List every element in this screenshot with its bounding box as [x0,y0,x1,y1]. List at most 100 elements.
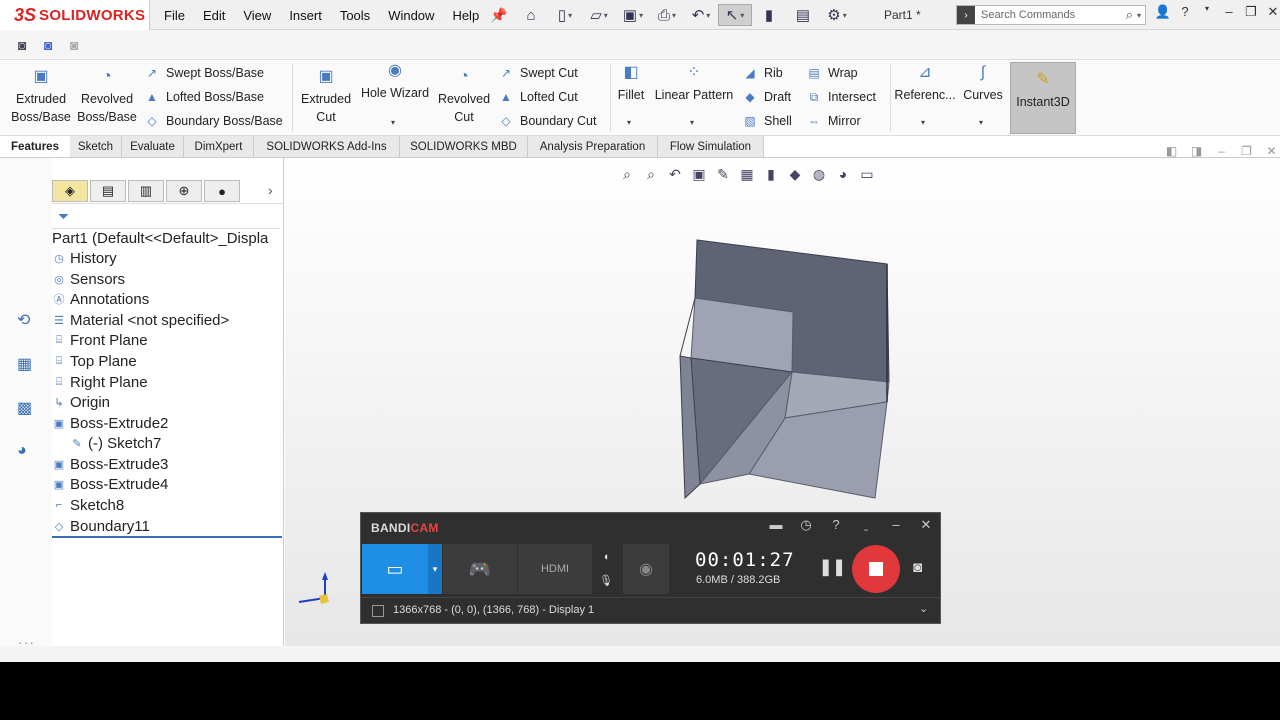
game-record-mode-button[interactable]: 🎮 [443,544,517,594]
draft-button[interactable]: ◆ Draft [742,86,791,108]
reference-dropdown-icon[interactable]: ▾ [921,118,925,127]
tab-solidworks-mbd[interactable]: SOLIDWORKS MBD [400,136,528,157]
collapse-icon[interactable]: ˍ [851,517,881,533]
hole-wizard-dropdown-icon[interactable]: ▾ [391,118,395,127]
tree-item-boundary11[interactable]: ◇ Boundary11 [52,516,150,536]
tree-item-history[interactable]: ◷ History [52,248,116,268]
linear-pattern-button[interactable]: ⁘ Linear Pattern [652,64,736,104]
solidworks-logo[interactable]: 3S SOLIDWORKS [0,0,150,30]
menu-file[interactable]: File [164,8,185,23]
menu-window[interactable]: Window [388,8,434,23]
design-library-icon[interactable]: ▦ [17,354,32,374]
feature-tree-tab-icon[interactable]: ◈ [52,180,88,202]
revolved-cut-button[interactable]: ◔ Revolved Cut [434,68,494,126]
menu-view[interactable]: View [243,8,271,23]
tab-solidworks-add-ins[interactable]: SOLIDWORKS Add-Ins [254,136,400,157]
zoom-to-area-icon[interactable]: ⌕ [639,166,663,183]
view-orientation-icon[interactable]: ▦ [735,166,759,183]
tree-item-boss-extrude4[interactable]: ▣ Boss-Extrude4 [52,474,169,494]
open-folder-icon[interactable]: ▱ ▾ [582,4,616,26]
boundary-cut-button[interactable]: ◇ Boundary Cut [498,110,596,132]
curves-dropdown-icon[interactable]: ▾ [979,118,983,127]
view-settings-icon[interactable]: ▭ [855,166,879,183]
menu-tools[interactable]: Tools [340,8,370,23]
menu-insert[interactable]: Insert [289,8,322,23]
screen-mode-dropdown-icon[interactable]: ▾ [428,544,442,594]
pause-icon[interactable]: ❚❚ [819,557,846,577]
rebuild-icon[interactable]: ▮ [752,4,786,26]
window-minimize-icon[interactable]: – [1209,144,1234,158]
tree-item-origin[interactable]: ↳ Origin [52,392,110,412]
menu-edit[interactable]: Edit [203,8,225,23]
search-icon[interactable]: ⌕ [1126,7,1133,23]
tile-right-icon[interactable]: ◨ [1184,144,1209,158]
curves-button[interactable]: ∫ Curves [960,64,1006,104]
tree-item-sketch8[interactable]: ⌐ Sketch8 [52,495,124,515]
file-explorer-icon[interactable]: ▩ [17,398,32,418]
dimxpert-manager-tab-icon[interactable]: ⊕ [166,180,202,202]
rib-button[interactable]: ◢ Rib [742,62,782,84]
mirror-button[interactable]: ⇔ Mirror [806,110,861,132]
tree-item-front-plane[interactable]: ⌸ Front Plane [52,330,148,350]
rollback-bar[interactable] [52,536,282,538]
swept-cut-button[interactable]: ↗ Swept Cut [498,62,578,84]
camera-settings-icon[interactable]: ◙ [44,37,52,53]
webcam-button[interactable]: ◉ [623,544,669,594]
instant3d-button[interactable]: ✎ Instant3D [1010,62,1076,134]
pin-icon[interactable]: 📌 [490,7,507,24]
dynamic-annotation-icon[interactable]: ✎ [711,166,735,183]
restore-icon[interactable]: ❐ [1240,4,1262,20]
display-manager-tab-icon[interactable]: ● [204,180,240,202]
reference-geometry-button[interactable]: ⊿ Referenc... [893,64,957,104]
property-manager-tab-icon[interactable]: ▤ [90,180,126,202]
chevron-down-icon[interactable]: ⌄ [919,602,928,615]
lofted-cut-button[interactable]: ▲ Lofted Cut [498,86,578,108]
apply-scene-icon[interactable]: ◕ [831,166,855,182]
tree-item-material[interactable]: ☰ Material <not specified> [52,310,229,330]
rollback-icon[interactable]: ⟲ [17,310,30,330]
user-icon[interactable]: 👤 [1152,4,1174,20]
tree-item-boss-extrude3[interactable]: ▣ Boss-Extrude3 [52,454,169,474]
tab-evaluate[interactable]: Evaluate [122,136,184,157]
tree-item-sketch7[interactable]: ✎ (-) Sketch7 [70,433,161,453]
previous-view-icon[interactable]: ↶ [663,166,687,183]
search-dropdown-icon[interactable]: ▾ [1137,11,1141,20]
tab-flow-simulation[interactable]: Flow Simulation [658,136,764,157]
close-icon[interactable]: ✕ [911,517,941,533]
file-properties-icon[interactable]: ▤ [786,4,820,26]
region-checkbox[interactable] [372,605,384,617]
tree-item-top-plane[interactable]: ⌸ Top Plane [52,351,137,371]
fillet-dropdown-icon[interactable]: ▾ [627,118,631,127]
screenshot-camera-icon[interactable]: ◙ [913,559,922,576]
view-palette-icon[interactable]: ◕ [17,442,27,460]
close-icon[interactable]: ✕ [1262,4,1280,20]
section-view-icon[interactable]: ▣ [687,166,711,183]
tree-item-boss-extrude2[interactable]: ▣ Boss-Extrude2 [52,413,169,433]
tree-root-part[interactable]: Part1 (Default<<Default>_Displa [52,228,268,248]
save-icon[interactable]: ▣ ▾ [616,4,650,26]
linear-pattern-dropdown-icon[interactable]: ▾ [690,118,694,127]
home-icon[interactable]: ⌂ [514,4,548,26]
stop-record-button[interactable] [852,545,900,593]
undo-icon[interactable]: ↶ ▾ [684,4,718,26]
screen-record-mode-button[interactable]: ▭ [362,544,428,594]
print-icon[interactable]: ⎙ ▾ [650,4,684,26]
tab-analysis-preparation[interactable]: Analysis Preparation [528,136,658,157]
minimize-icon[interactable]: – [1218,4,1240,20]
window-close-icon[interactable]: ✕ [1259,144,1280,158]
search-commands-field[interactable]: › Search Commands ⌕ ▾ [956,5,1146,25]
3d-part-model[interactable] [665,228,905,518]
wrap-button[interactable]: ▤ Wrap [806,62,857,84]
options-gear-icon[interactable]: ⚙ ▾ [820,4,854,26]
chevron-right-icon[interactable]: › [268,182,273,198]
tab-dimxpert[interactable]: DimXpert [184,136,254,157]
swept-boss-button[interactable]: ↗ Swept Boss/Base [144,62,264,84]
tab-features[interactable]: Features [0,136,70,157]
help-dropdown-icon[interactable]: ▾ [1196,4,1218,20]
edit-appearance-icon[interactable]: ◍ [807,166,831,183]
camera-icon[interactable]: ◙ [18,37,26,53]
zoom-to-fit-icon[interactable]: ⌕ [615,166,639,183]
new-document-icon[interactable]: ▯ ▾ [548,4,582,26]
help-icon[interactable]: ? [1174,4,1196,20]
more-options-icon[interactable]: ··· [18,634,35,650]
